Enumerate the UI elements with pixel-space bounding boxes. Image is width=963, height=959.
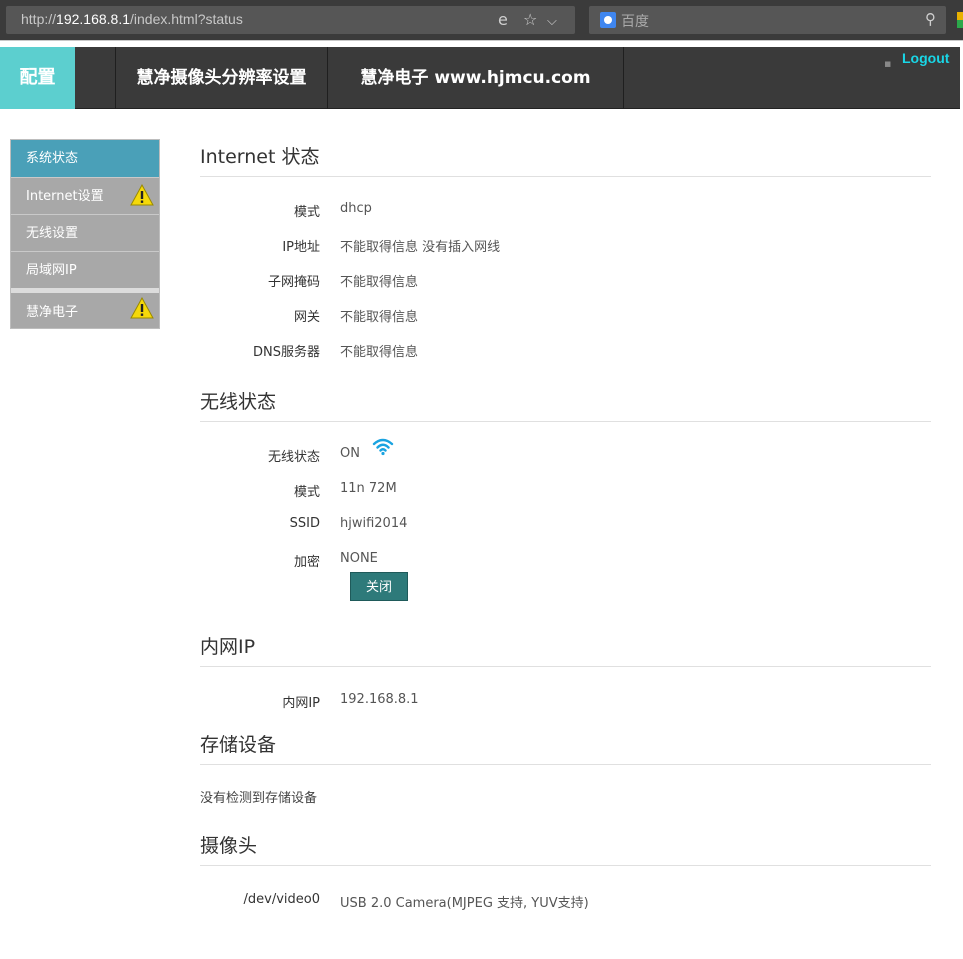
row-label: 模式 bbox=[293, 205, 320, 220]
row-value: 不能取得信息 没有插入网线 bbox=[340, 240, 501, 255]
wireless-close-button[interactable]: 关闭 bbox=[350, 572, 408, 601]
lan-ip-title: 内网IP bbox=[200, 630, 931, 667]
wireless-actions: 关闭 bbox=[200, 572, 931, 614]
search-box[interactable]: 百度 ⚲ bbox=[589, 6, 946, 34]
bullet-dot: ▪ bbox=[884, 57, 892, 70]
address-bar[interactable]: http://192.168.8.1/index.html?status e ☆… bbox=[6, 6, 575, 34]
wireless-row-ssid: SSID hjwifi2014 bbox=[200, 504, 931, 539]
row-value: 不能取得信息 bbox=[340, 275, 419, 290]
side-color-strip bbox=[957, 12, 963, 28]
url-prefix: http:// bbox=[21, 11, 57, 27]
row-value: NONE bbox=[340, 551, 378, 566]
app-header: 配置 慧净摄像头分辨率设置 慧净电子 www.hjmcu.com ▪ Logou… bbox=[0, 47, 960, 109]
warning-icon bbox=[130, 297, 154, 319]
nav-hjmcu-link[interactable]: 慧净电子 www.hjmcu.com bbox=[327, 47, 624, 109]
internet-row-ip: IP地址 不能取得信息 没有插入网线 bbox=[200, 224, 931, 259]
internet-row-dns: DNS服务器 不能取得信息 bbox=[200, 329, 931, 364]
row-label: 子网掩码 bbox=[267, 275, 320, 290]
sidebar-item-wireless-settings[interactable]: 无线设置 bbox=[11, 214, 159, 251]
lan-row-ip: 内网IP 192.168.8.1 bbox=[200, 680, 931, 715]
row-value: hjwifi2014 bbox=[340, 516, 408, 531]
row-label: 无线状态 bbox=[267, 450, 320, 465]
url-text[interactable]: http://192.168.8.1/index.html?status bbox=[21, 11, 243, 27]
sidebar-item-label: 系统状态 bbox=[26, 151, 79, 166]
row-value: 11n 72M bbox=[340, 481, 397, 496]
wireless-row-mode: 模式 11n 72M bbox=[200, 469, 931, 504]
camera-title: 摄像头 bbox=[200, 829, 931, 866]
chevron-down-icon[interactable]: ⌵ bbox=[547, 12, 557, 32]
row-label: DNS服务器 bbox=[253, 345, 320, 360]
row-value: 不能取得信息 bbox=[340, 310, 419, 325]
search-placeholder: 百度 bbox=[621, 14, 649, 30]
row-value: 不能取得信息 bbox=[340, 345, 419, 360]
nav-resolution-settings[interactable]: 慧净摄像头分辨率设置 bbox=[115, 47, 327, 109]
sidebar-item-label: 慧净电子 bbox=[26, 305, 79, 320]
row-value: dhcp bbox=[340, 201, 372, 216]
storage-note: 没有检测到存储设备 bbox=[200, 791, 318, 806]
wireless-status-title: 无线状态 bbox=[200, 385, 931, 422]
favorite-star-icon[interactable]: ☆ bbox=[523, 10, 537, 30]
sidebar-item-label: 局域网IP bbox=[26, 263, 77, 278]
warning-icon bbox=[130, 184, 154, 206]
row-label: 内网IP bbox=[282, 696, 320, 711]
url-path: /index.html?status bbox=[130, 11, 243, 27]
sidebar: 系统状态 Internet设置 无线设置 局域网IP 慧净电子 bbox=[10, 139, 160, 329]
url-host: 192.168.8.1 bbox=[56, 11, 130, 27]
row-value: USB 2.0 Camera(MJPEG 支持, YUV支持) bbox=[340, 896, 589, 911]
internet-row-mode: 模式 dhcp bbox=[200, 189, 931, 224]
wifi-icon bbox=[372, 438, 394, 456]
sidebar-item-hjmcu[interactable]: 慧净电子 bbox=[11, 288, 159, 328]
main-content: Internet 状态 模式 dhcp IP地址 不能取得信息 没有插入网线 子… bbox=[200, 140, 931, 915]
row-label: 网关 bbox=[293, 310, 320, 325]
logout-link[interactable]: Logout bbox=[902, 50, 949, 66]
wireless-row-encryption: 加密 NONE bbox=[200, 539, 931, 574]
storage-title: 存储设备 bbox=[200, 728, 931, 765]
brand-tab[interactable]: 配置 bbox=[0, 47, 75, 109]
sidebar-item-lan-ip[interactable]: 局域网IP bbox=[11, 251, 159, 288]
sidebar-item-system-status[interactable]: 系统状态 bbox=[11, 140, 159, 177]
row-value: ON bbox=[340, 446, 360, 461]
row-label: /dev/video0 bbox=[243, 892, 320, 907]
browser-toolbar: http://192.168.8.1/index.html?status e ☆… bbox=[0, 0, 963, 40]
ie-compat-icon[interactable]: e bbox=[498, 10, 508, 30]
row-label: IP地址 bbox=[282, 240, 320, 255]
internet-row-gateway: 网关 不能取得信息 bbox=[200, 294, 931, 329]
internet-status-title: Internet 状态 bbox=[200, 140, 931, 177]
row-value: 192.168.8.1 bbox=[340, 692, 419, 707]
baidu-icon bbox=[600, 12, 616, 28]
search-icon[interactable]: ⚲ bbox=[925, 10, 936, 28]
sidebar-item-label: Internet设置 bbox=[26, 189, 104, 204]
row-label: 模式 bbox=[293, 485, 320, 500]
wireless-row-state: 无线状态 ON bbox=[200, 434, 931, 469]
row-label: SSID bbox=[289, 516, 320, 531]
row-label: 加密 bbox=[293, 555, 320, 570]
chrome-divider bbox=[0, 40, 963, 47]
camera-row-device: /dev/video0 USB 2.0 Camera(MJPEG 支持, YUV… bbox=[200, 880, 931, 915]
internet-row-subnet: 子网掩码 不能取得信息 bbox=[200, 259, 931, 294]
sidebar-item-label: 无线设置 bbox=[26, 226, 79, 241]
sidebar-item-internet-settings[interactable]: Internet设置 bbox=[11, 177, 159, 214]
